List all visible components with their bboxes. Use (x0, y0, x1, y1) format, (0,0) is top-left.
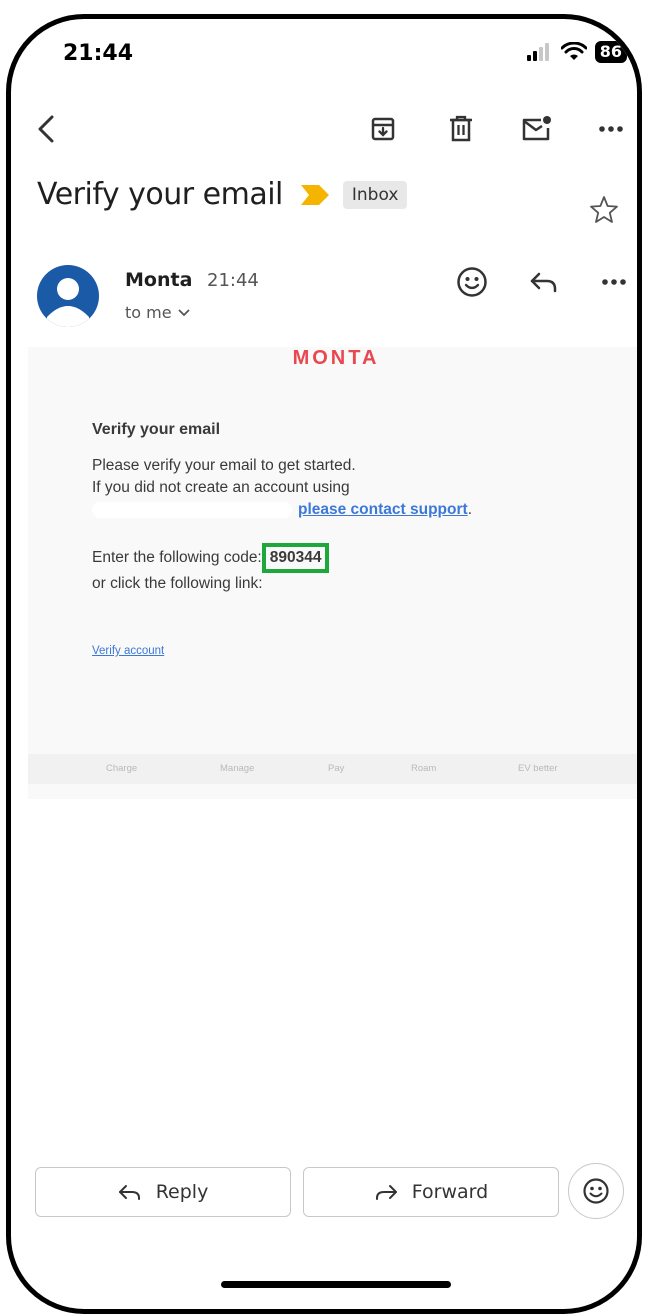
more-horizontal-icon (599, 126, 623, 132)
phone-frame: 21:44 86 Verify your email Inbox Monta 2… (6, 14, 642, 1314)
recipient-text: to me (125, 303, 172, 322)
link-line: or click the following link: (92, 575, 263, 592)
inbox-label-chip[interactable]: Inbox (342, 180, 408, 209)
bottom-actions: Reply Forward (35, 1163, 625, 1221)
back-button[interactable] (31, 113, 63, 145)
mail-unread-icon (522, 116, 551, 141)
status-time: 21:44 (63, 41, 134, 66)
mark-unread-button[interactable] (521, 113, 553, 145)
verify-account-link[interactable]: Verify account (92, 645, 164, 657)
footer-item: Roam (411, 763, 437, 774)
forward-label: Forward (411, 1181, 489, 1203)
archive-icon (371, 117, 395, 141)
emoji-icon (457, 267, 487, 297)
home-indicator[interactable] (221, 1281, 451, 1288)
add-reaction-button[interactable] (455, 265, 489, 299)
code-line: Enter the following code: 890344 (92, 543, 612, 573)
emoji-reaction-button[interactable] (568, 1163, 624, 1219)
footer-item: Pay (328, 763, 345, 774)
status-bar: 21:44 86 (11, 19, 637, 79)
more-horizontal-icon (602, 279, 626, 285)
reply-button[interactable]: Reply (35, 1167, 291, 1217)
sender-row: Monta 21:44 to me (37, 265, 637, 329)
archive-button[interactable] (367, 113, 399, 145)
status-indicators: 86 (526, 41, 627, 63)
forward-icon (375, 1185, 397, 1200)
email-body-card: MONTA Verify your email Please verify yo… (28, 347, 637, 799)
sent-time: 21:44 (207, 270, 259, 291)
email-subject: Verify your email (37, 177, 283, 212)
sender-name: Monta (125, 269, 193, 291)
more-options-button[interactable] (595, 113, 627, 145)
code-prefix: Enter the following code: (92, 549, 262, 566)
avatar[interactable] (37, 265, 99, 327)
message-more-button[interactable] (597, 265, 631, 299)
delete-button[interactable] (445, 113, 477, 145)
verification-code: 890344 (261, 543, 330, 573)
person-icon (47, 278, 89, 327)
footer-item: Charge (106, 763, 138, 774)
support-suffix: . (467, 501, 472, 518)
support-line: please contact support . (92, 499, 612, 521)
emoji-icon (583, 1178, 609, 1204)
brand-logo: MONTA (292, 347, 380, 369)
contact-support-link[interactable]: please contact support (298, 499, 468, 521)
reply-icon (118, 1185, 140, 1200)
email-content: Verify your email Please verify your ema… (92, 419, 612, 595)
cellular-signal-icon (526, 43, 549, 61)
reply-label: Reply (155, 1181, 209, 1203)
chevron-down-icon (177, 308, 190, 316)
email-subject-row: Verify your email Inbox (37, 177, 408, 212)
body-line-2: If you did not create an account using (92, 479, 350, 496)
reply-icon (530, 272, 557, 293)
wifi-icon (560, 42, 587, 60)
footer-item: Manage (220, 763, 255, 774)
trash-icon (450, 115, 472, 142)
chevron-left-icon (38, 115, 54, 143)
reply-icon-button[interactable] (527, 265, 561, 299)
recipient-toggle[interactable]: to me (125, 303, 190, 322)
email-toolbar (11, 107, 637, 151)
forward-button[interactable]: Forward (303, 1167, 559, 1217)
important-marker-icon[interactable] (300, 184, 329, 205)
redacted-email (92, 502, 292, 518)
footer-item: EV better (518, 763, 558, 774)
email-heading: Verify your email (92, 421, 221, 438)
star-icon[interactable] (589, 195, 619, 225)
body-line-1: Please verify your email to get started. (92, 457, 356, 474)
email-footer: Charge Manage Pay Roam EV better (28, 754, 637, 784)
battery-indicator: 86 (594, 41, 627, 63)
